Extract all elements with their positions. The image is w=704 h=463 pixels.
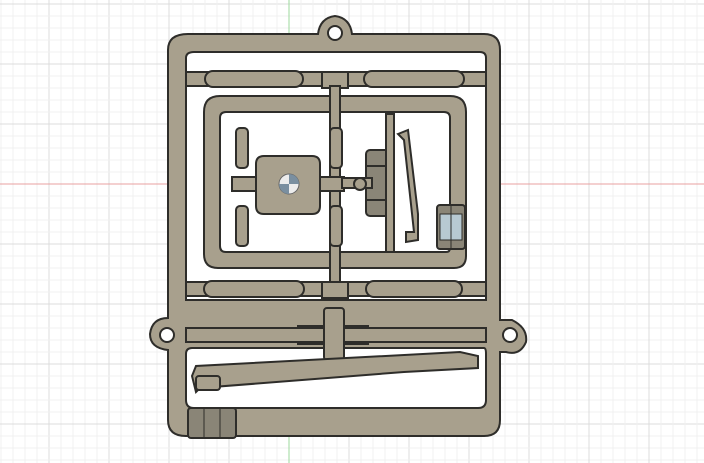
- bottom-left-bar[interactable]: [203, 280, 305, 298]
- top-right-bar[interactable]: [363, 70, 465, 88]
- right-vertical-pin-bottom[interactable]: [329, 205, 343, 247]
- bottom-left-clip[interactable]: [187, 407, 237, 439]
- cad-viewport[interactable]: [0, 0, 704, 463]
- gear-hub: [353, 177, 367, 191]
- bottom-right-bar[interactable]: [365, 280, 463, 298]
- right-mount-hole: [502, 327, 518, 343]
- top-left-bar[interactable]: [204, 70, 304, 88]
- right-vertical-stem: [385, 113, 395, 253]
- lower-gate-core[interactable]: [323, 307, 345, 361]
- sprue-model[interactable]: [148, 14, 528, 439]
- lever-tip: [195, 375, 221, 391]
- left-vertical-pin-bottom[interactable]: [235, 205, 249, 247]
- top-mount-hole: [327, 25, 343, 41]
- left-vertical-pin-top[interactable]: [235, 127, 249, 169]
- left-mount-hole: [159, 327, 175, 343]
- viewport-canvas[interactable]: [0, 0, 704, 463]
- center-gate-bottom[interactable]: [321, 281, 349, 299]
- right-vertical-pin-top[interactable]: [329, 127, 343, 169]
